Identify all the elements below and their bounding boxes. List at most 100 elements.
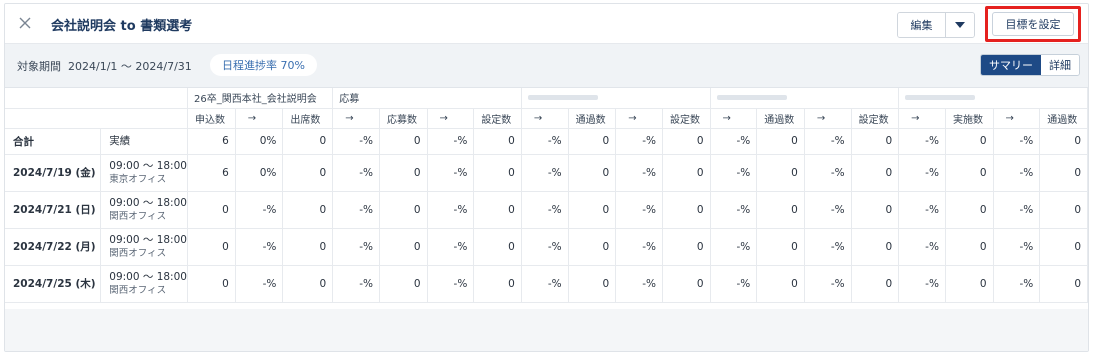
- metric-cell: 0: [756, 191, 805, 229]
- metric-cell: 0: [187, 191, 236, 229]
- metric-cell: 0: [187, 265, 236, 303]
- metric-cell: 0: [1039, 265, 1088, 303]
- event-office: 関西オフィス: [109, 210, 167, 222]
- metric-cell: -%: [521, 154, 569, 192]
- total-cell: 0: [945, 128, 994, 155]
- set-goal-button[interactable]: 目標を設定: [992, 12, 1074, 36]
- metric-cell: -%: [521, 228, 569, 266]
- column-header: 通過数: [756, 108, 805, 129]
- metric-cell: -%: [898, 154, 946, 192]
- metric-cell: 0: [851, 228, 900, 266]
- metric-cell: -%: [615, 154, 663, 192]
- metric-cell: 0: [473, 265, 522, 303]
- metric-cell: 0: [945, 191, 994, 229]
- total-cell: -%: [993, 128, 1041, 155]
- total-row: 合計 実績 6 0% 0 -% 0 -% 0 -% 0 -% 0 -% 0 -%: [5, 128, 1088, 155]
- event-time: 09:00 〜 18:00: [109, 270, 187, 283]
- event-time-venue: 09:00 〜 18:00 関西オフィス: [100, 191, 188, 229]
- metric-cell: -%: [521, 265, 569, 303]
- metric-cell: -%: [332, 228, 380, 266]
- column-header: →: [615, 108, 663, 129]
- metric-cell: 0: [662, 154, 711, 192]
- metric-cell: -%: [427, 265, 475, 303]
- metric-cell: 0: [662, 191, 711, 229]
- metric-cell: -%: [427, 154, 475, 192]
- metric-cell: -%: [710, 154, 758, 192]
- table-row[interactable]: 2024/7/19 (金) 09:00 〜 18:00 東京オフィス 6 0% 0 -% 0-…: [5, 154, 1088, 192]
- group-header-redacted: [521, 88, 711, 109]
- total-cell: 0: [568, 128, 617, 155]
- total-cell: -%: [521, 128, 569, 155]
- metric-cell: 0: [756, 228, 805, 266]
- column-header: 実施数: [945, 108, 994, 129]
- metric-cell: 0: [282, 265, 334, 303]
- metric-cell: 0: [568, 228, 617, 266]
- column-header: →: [993, 108, 1041, 129]
- total-cell: 0: [662, 128, 711, 155]
- metric-cell: -%: [710, 191, 758, 229]
- close-icon[interactable]: [17, 15, 33, 31]
- redacted-text: [905, 94, 976, 100]
- column-header-row: 申込数 → 出席数 → 応募数 → 設定数 → 通過数 → 設定数 → 通過数 …: [5, 108, 1088, 129]
- column-header: →: [235, 108, 284, 129]
- table-row[interactable]: 2024/7/21 (日) 09:00 〜 18:00 関西オフィス 0 -% 0 -% 0-…: [5, 191, 1088, 229]
- metric-cell: -%: [898, 265, 946, 303]
- metric-cell: 0: [568, 265, 617, 303]
- metric-cell: 0: [756, 154, 805, 192]
- column-header: 出席数: [282, 108, 334, 129]
- metric-cell: 0: [187, 228, 236, 266]
- metric-cell: -%: [993, 191, 1041, 229]
- column-header: 設定数: [473, 108, 522, 129]
- metric-cell: 6: [187, 154, 236, 192]
- metric-cell: -%: [615, 228, 663, 266]
- group-header: 26卒_関西本社_会社説明会: [187, 88, 334, 109]
- column-header: →: [521, 108, 569, 129]
- total-cell: 0: [1039, 128, 1088, 155]
- total-cell: -%: [804, 128, 852, 155]
- table-row[interactable]: 2024/7/22 (月) 09:00 〜 18:00 関西オフィス 0 -% 0 -% 0-…: [5, 228, 1088, 266]
- metric-cell: 0: [851, 154, 900, 192]
- metric-cell: 0: [379, 191, 428, 229]
- metric-cell: -%: [804, 265, 852, 303]
- metric-cell: -%: [332, 265, 380, 303]
- metric-cell: 0: [662, 228, 711, 266]
- edit-button[interactable]: 編集: [898, 13, 946, 37]
- metric-cell: -%: [710, 265, 758, 303]
- metric-cell: 0: [1039, 191, 1088, 229]
- report-panel: 会社説明会 to 書類選考 編集 目標を設定 対象期間 2024/1/1 〜 2…: [4, 3, 1089, 352]
- event-time-venue: 09:00 〜 18:00 関西オフィス: [100, 228, 188, 266]
- metric-cell: -%: [993, 154, 1041, 192]
- group-header: 応募: [332, 88, 522, 109]
- edit-dropdown-button[interactable]: [946, 13, 974, 37]
- total-cell: -%: [898, 128, 946, 155]
- metric-cell: -%: [427, 191, 475, 229]
- metric-cell: -%: [710, 228, 758, 266]
- metric-cell: -%: [235, 265, 284, 303]
- metric-cell: 0: [945, 154, 994, 192]
- funnel-table-wrap[interactable]: 26卒_関西本社_会社説明会 応募 申込数 → 出席数 → 応募数 → 設定数 …: [5, 88, 1088, 309]
- view-detail-tab[interactable]: 詳細: [1041, 55, 1079, 75]
- redacted-text: [527, 94, 598, 100]
- total-cell: 0: [756, 128, 805, 155]
- metric-cell: 0: [945, 228, 994, 266]
- metric-cell: 0: [282, 228, 334, 266]
- table-row[interactable]: 2024/7/25 (木) 09:00 〜 18:00 関西オフィス 0 -% 0 -% 0-…: [5, 265, 1088, 303]
- event-date: 2024/7/22 (月): [5, 228, 102, 266]
- table-body: 合計 実績 6 0% 0 -% 0 -% 0 -% 0 -% 0 -% 0 -%: [5, 128, 1088, 303]
- metric-cell: 0: [1039, 228, 1088, 266]
- event-time: 09:00 〜 18:00: [109, 233, 187, 246]
- event-date: 2024/7/19 (金): [5, 154, 102, 192]
- view-summary-tab[interactable]: サマリー: [981, 55, 1041, 75]
- metric-cell: -%: [804, 191, 852, 229]
- event-time: 09:00 〜 18:00: [109, 159, 187, 172]
- metric-cell: 0: [473, 191, 522, 229]
- metric-cell: -%: [993, 228, 1041, 266]
- column-header: 通過数: [568, 108, 617, 129]
- metric-cell: -%: [804, 228, 852, 266]
- panel-header: 会社説明会 to 書類選考 編集 目標を設定: [5, 4, 1088, 44]
- metric-cell: -%: [332, 154, 380, 192]
- edit-button-group: 編集: [897, 12, 975, 38]
- total-cell: 0%: [235, 128, 284, 155]
- metric-cell: 0: [568, 191, 617, 229]
- metric-cell: 0: [945, 265, 994, 303]
